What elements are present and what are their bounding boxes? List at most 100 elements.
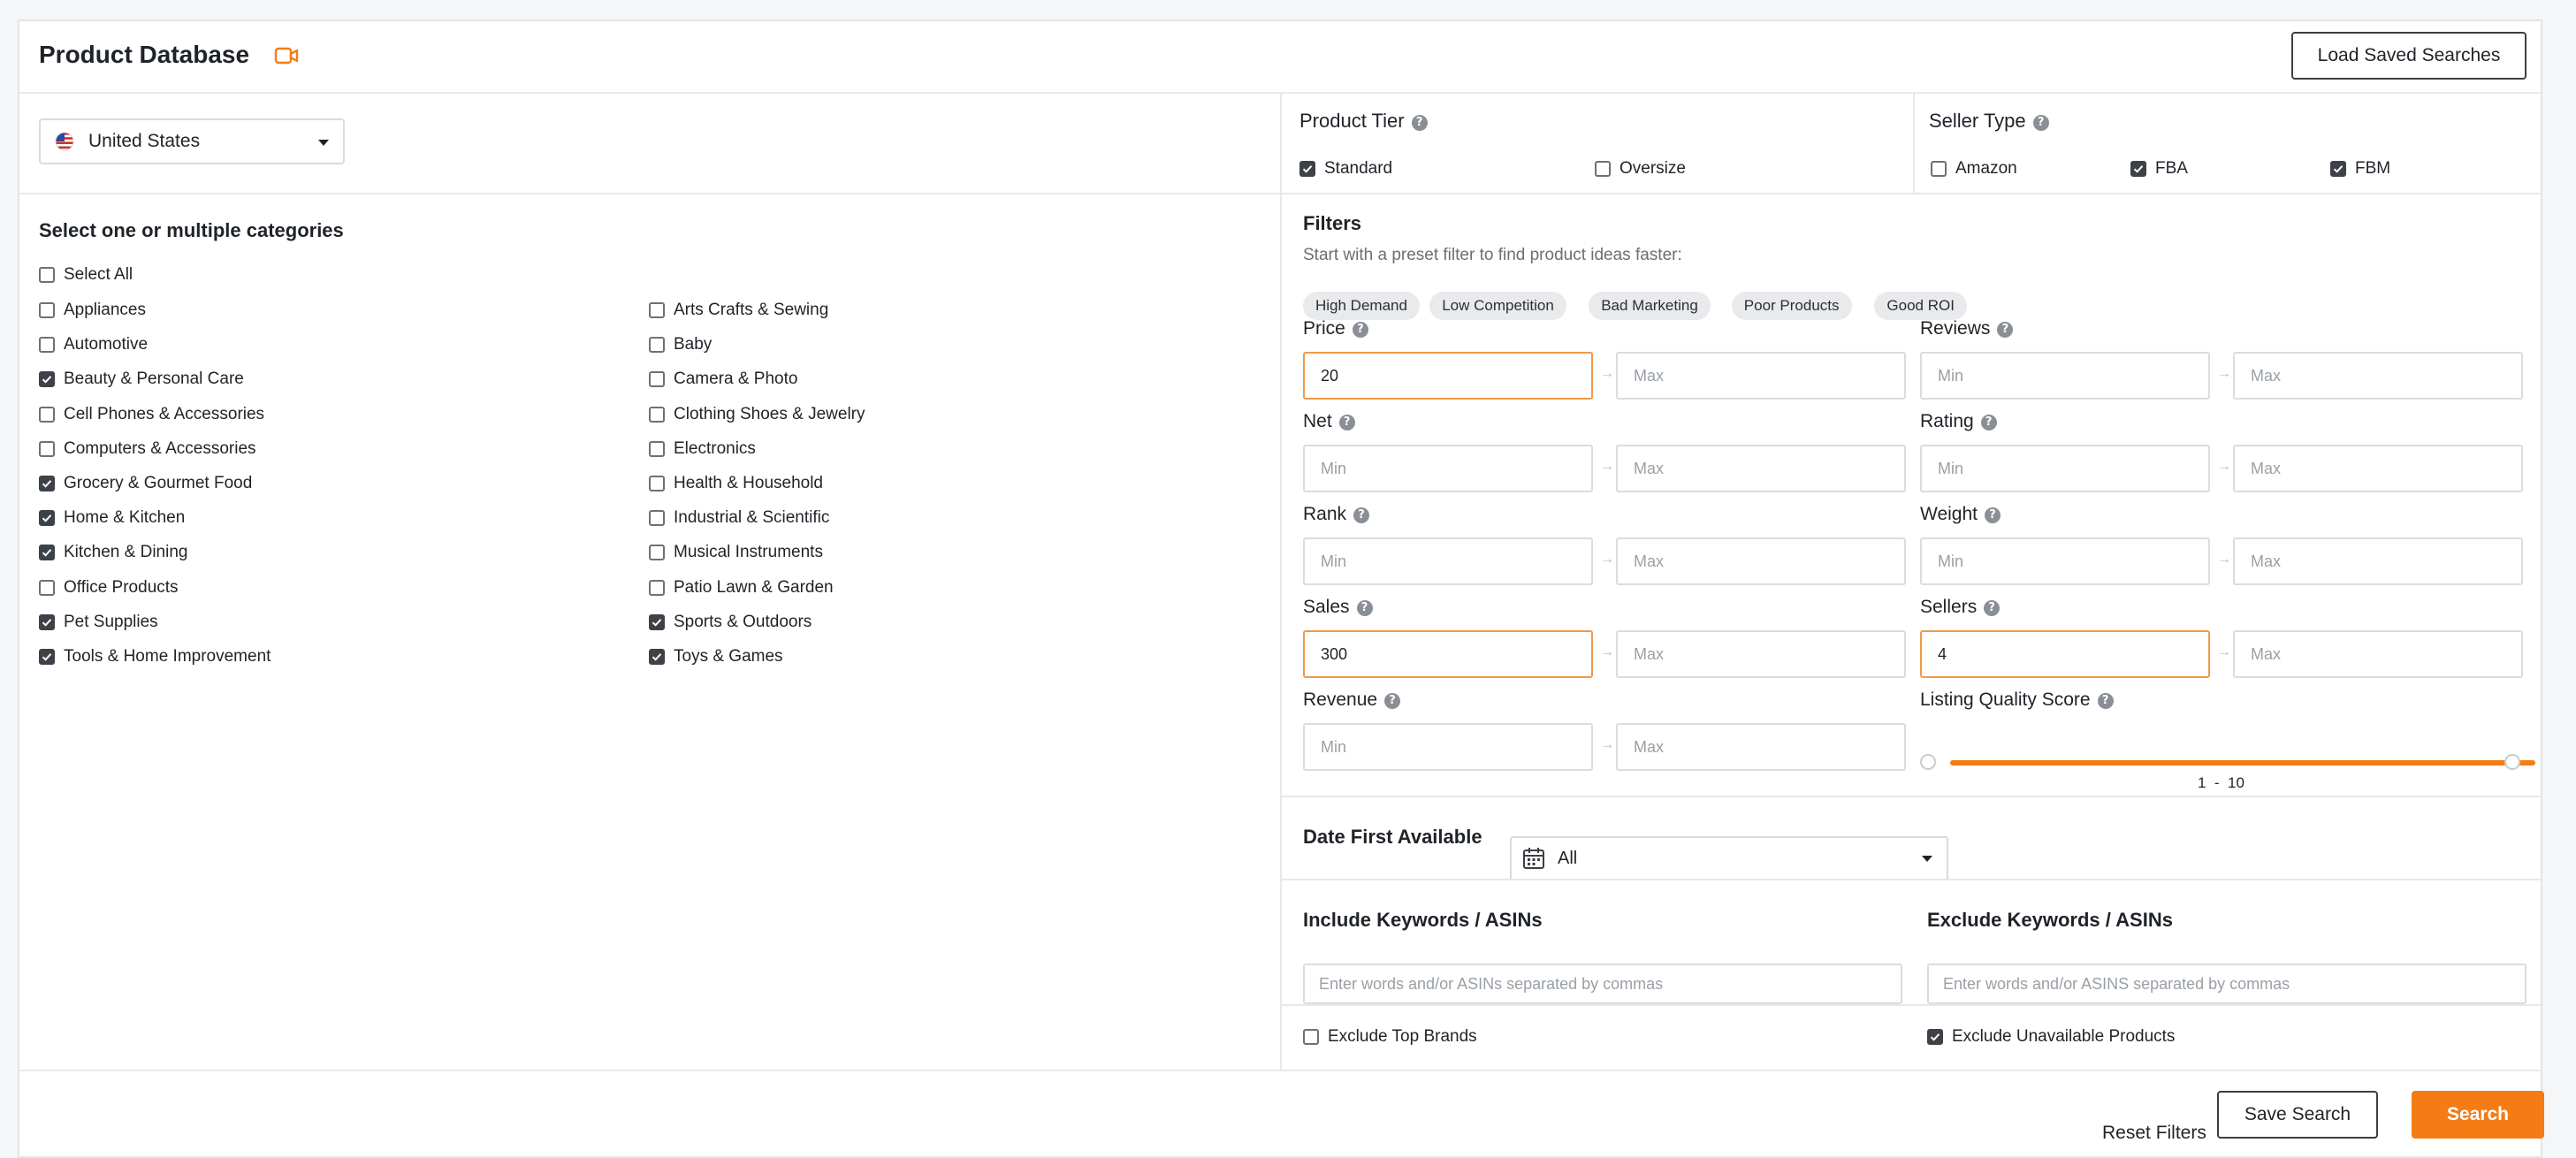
- checkbox-checked[interactable]: [2130, 161, 2146, 177]
- revenue-min-input[interactable]: Min: [1303, 723, 1593, 771]
- include-keywords-input[interactable]: Enter words and/or ASINs separated by co…: [1303, 964, 1902, 1004]
- net-min-input[interactable]: Min: [1303, 445, 1593, 492]
- checkbox-checked[interactable]: [39, 613, 55, 630]
- checkbox-unchecked[interactable]: [39, 302, 55, 318]
- checkbox-unchecked[interactable]: [649, 440, 665, 457]
- load-saved-searches-button[interactable]: Load Saved Searches: [2291, 32, 2526, 80]
- rating-min-input[interactable]: Min: [1920, 445, 2210, 492]
- sales-min-input[interactable]: 300: [1303, 630, 1593, 678]
- lqs-slider-min-handle[interactable]: [1920, 754, 1936, 770]
- revenue-max-input[interactable]: Max: [1616, 723, 1906, 771]
- checkbox-checked[interactable]: [39, 545, 55, 561]
- help-icon[interactable]: ?: [1338, 415, 1355, 430]
- category-checkbox[interactable]: Kitchen & Dining: [39, 543, 187, 562]
- seller-type-fba[interactable]: FBA: [2130, 159, 2188, 179]
- preset-chip[interactable]: Bad Marketing: [1589, 292, 1711, 320]
- category-checkbox[interactable]: Office Products: [39, 578, 179, 598]
- reviews-min-input[interactable]: Min: [1920, 352, 2210, 400]
- category-checkbox[interactable]: Musical Instruments: [649, 543, 823, 562]
- tier-standard[interactable]: Standard: [1299, 159, 1392, 179]
- reset-filters-link[interactable]: Reset Filters: [2102, 1123, 2206, 1144]
- checkbox-unchecked[interactable]: [649, 406, 665, 423]
- checkbox-unchecked[interactable]: [39, 579, 55, 596]
- checkbox-unchecked[interactable]: [649, 371, 665, 388]
- category-checkbox[interactable]: Home & Kitchen: [39, 508, 185, 528]
- category-checkbox[interactable]: Clothing Shoes & Jewelry: [649, 405, 865, 424]
- category-checkbox[interactable]: Toys & Games: [649, 647, 783, 667]
- select-all-checkbox[interactable]: Select All: [39, 265, 133, 285]
- category-checkbox[interactable]: Automotive: [39, 335, 148, 354]
- category-checkbox[interactable]: Grocery & Gourmet Food: [39, 474, 252, 493]
- help-icon[interactable]: ?: [1384, 693, 1401, 709]
- checkbox-unchecked[interactable]: [39, 440, 55, 457]
- checkbox-checked[interactable]: [2330, 161, 2346, 177]
- preset-chip[interactable]: Good ROI: [1874, 292, 1967, 320]
- category-checkbox[interactable]: Health & Household: [649, 474, 823, 493]
- help-icon[interactable]: ?: [1352, 322, 1368, 338]
- category-checkbox[interactable]: Arts Crafts & Sewing: [649, 301, 828, 320]
- category-checkbox[interactable]: Pet Supplies: [39, 613, 158, 632]
- checkbox-unchecked[interactable]: [39, 337, 55, 354]
- sellers-max-input[interactable]: Max: [2233, 630, 2523, 678]
- help-icon[interactable]: ?: [1984, 507, 2001, 523]
- category-checkbox[interactable]: Cell Phones & Accessories: [39, 405, 264, 424]
- checkbox-unchecked[interactable]: [1931, 161, 1947, 177]
- lqs-slider-track[interactable]: [1950, 760, 2535, 766]
- seller-type-amazon[interactable]: Amazon: [1931, 159, 2017, 179]
- checkbox-unchecked[interactable]: [649, 545, 665, 561]
- category-checkbox[interactable]: Camera & Photo: [649, 369, 797, 389]
- checkbox-unchecked[interactable]: [649, 302, 665, 318]
- category-checkbox[interactable]: Computers & Accessories: [39, 439, 256, 459]
- preset-chip[interactable]: Low Competition: [1429, 292, 1566, 320]
- checkbox-checked[interactable]: [649, 649, 665, 665]
- date-first-available-select[interactable]: All: [1510, 836, 1948, 880]
- checkbox-unchecked[interactable]: [649, 579, 665, 596]
- checkbox-checked[interactable]: [39, 510, 55, 527]
- checkbox-unchecked[interactable]: [649, 510, 665, 527]
- help-icon[interactable]: ?: [1997, 322, 2014, 338]
- tier-oversize[interactable]: Oversize: [1595, 159, 1686, 179]
- save-search-button[interactable]: Save Search: [2217, 1091, 2378, 1139]
- checkbox-unchecked[interactable]: [39, 267, 55, 283]
- search-button[interactable]: Search: [2412, 1091, 2544, 1139]
- net-max-input[interactable]: Max: [1616, 445, 1906, 492]
- sales-max-input[interactable]: Max: [1616, 630, 1906, 678]
- rating-max-input[interactable]: Max: [2233, 445, 2523, 492]
- preset-chip[interactable]: Poor Products: [1731, 292, 1852, 320]
- preset-chip[interactable]: High Demand: [1303, 292, 1420, 320]
- checkbox-unchecked[interactable]: [1595, 161, 1611, 177]
- exclude-unavailable-checkbox[interactable]: Exclude Unavailable Products: [1927, 1027, 2175, 1047]
- help-icon[interactable]: ?: [1980, 415, 1997, 430]
- checkbox-checked[interactable]: [1299, 161, 1315, 177]
- help-icon[interactable]: ?: [2032, 115, 2049, 131]
- checkbox-checked[interactable]: [39, 476, 55, 491]
- video-tutorial-icon[interactable]: [274, 46, 299, 65]
- category-checkbox[interactable]: Tools & Home Improvement: [39, 647, 271, 667]
- category-checkbox[interactable]: Sports & Outdoors: [649, 613, 812, 632]
- exclude-keywords-input[interactable]: Enter words and/or ASINS separated by co…: [1927, 964, 2526, 1004]
- sellers-min-input[interactable]: 4: [1920, 630, 2210, 678]
- help-icon[interactable]: ?: [1411, 115, 1428, 131]
- rank-min-input[interactable]: Min: [1303, 537, 1593, 585]
- rank-max-input[interactable]: Max: [1616, 537, 1906, 585]
- weight-min-input[interactable]: Min: [1920, 537, 2210, 585]
- checkbox-unchecked[interactable]: [649, 476, 665, 491]
- checkbox-unchecked[interactable]: [39, 406, 55, 423]
- checkbox-checked[interactable]: [39, 649, 55, 665]
- checkbox-checked[interactable]: [1927, 1029, 1943, 1045]
- checkbox-unchecked[interactable]: [1303, 1029, 1319, 1045]
- category-checkbox[interactable]: Beauty & Personal Care: [39, 369, 244, 389]
- category-checkbox[interactable]: Baby: [649, 335, 712, 354]
- category-checkbox[interactable]: Appliances: [39, 301, 146, 320]
- price-min-input[interactable]: 20: [1303, 352, 1593, 400]
- help-icon[interactable]: ?: [1353, 507, 1370, 523]
- category-checkbox[interactable]: Industrial & Scientific: [649, 508, 829, 528]
- checkbox-unchecked[interactable]: [649, 337, 665, 354]
- category-checkbox[interactable]: Electronics: [649, 439, 756, 459]
- help-icon[interactable]: ?: [1356, 600, 1373, 616]
- price-max-input[interactable]: Max: [1616, 352, 1906, 400]
- checkbox-checked[interactable]: [39, 371, 55, 388]
- exclude-top-brands-checkbox[interactable]: Exclude Top Brands: [1303, 1027, 1477, 1047]
- help-icon[interactable]: ?: [2097, 693, 2114, 709]
- lqs-slider-max-handle[interactable]: [2504, 754, 2520, 770]
